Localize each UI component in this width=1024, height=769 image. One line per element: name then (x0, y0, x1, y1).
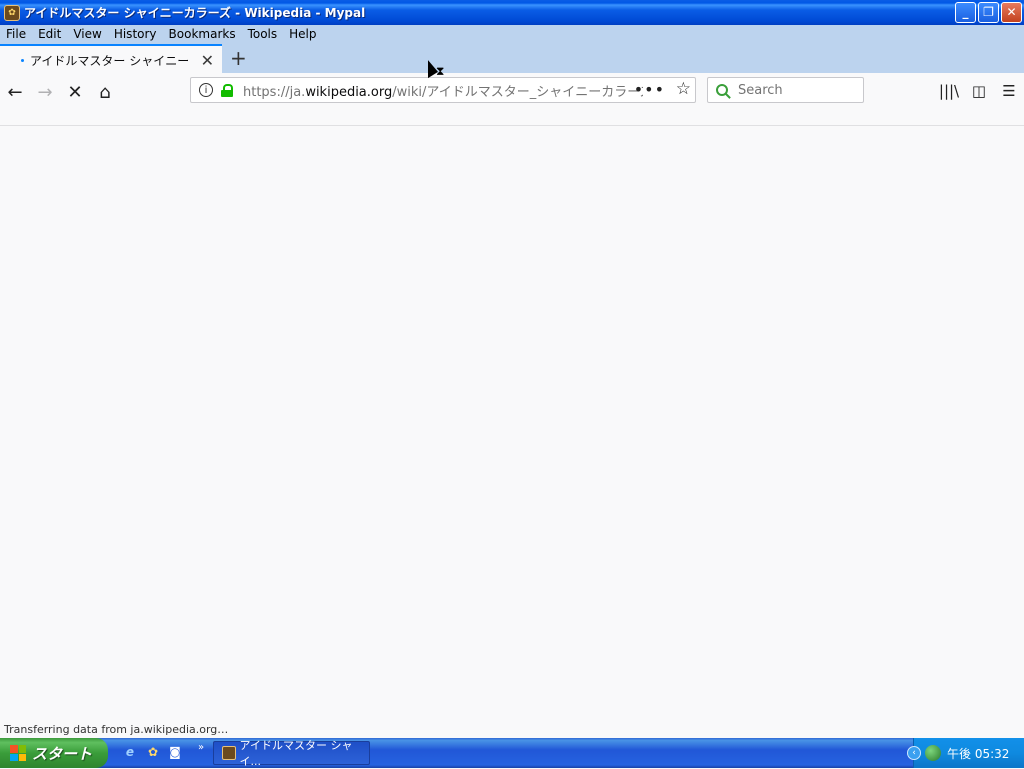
tab-title: アイドルマスター シャイニーカラーズ (30, 53, 188, 68)
search-bar[interactable]: Search (707, 77, 864, 103)
system-tray: ‹ 午後 05:32 (907, 738, 1024, 768)
address-bar[interactable]: i https://ja.wikipedia.org/wiki/アイドルマスター… (190, 77, 696, 103)
tab-active[interactable]: アイドルマスター シャイニーカラーズ ✕ (0, 44, 222, 74)
home-button[interactable]: ⌂ (91, 79, 119, 107)
menu-bar: File Edit View History Bookmarks Tools H… (0, 25, 323, 42)
network-globe-icon[interactable] (925, 745, 941, 761)
tab-loading-indicator (21, 58, 24, 62)
new-tab-button[interactable]: + (230, 47, 247, 69)
window-title-bar[interactable]: ✿ アイドルマスター シャイニーカラーズ - Wikipedia - Mypal… (0, 0, 1024, 25)
mypal-task-icon (222, 746, 236, 760)
menu-help[interactable]: Help (283, 27, 322, 41)
library-icon[interactable]: |||\ (937, 79, 961, 103)
page-content[interactable] (0, 126, 1024, 738)
minimize-button[interactable]: _ (955, 2, 976, 23)
internet-explorer-icon[interactable]: e (122, 744, 138, 760)
search-placeholder: Search (738, 82, 783, 98)
bookmark-star-icon[interactable]: ☆ (676, 79, 691, 99)
status-text: Transferring data from ja.wikipedia.org… (0, 722, 281, 738)
close-tab-icon[interactable]: ✕ (201, 51, 214, 70)
menu-bookmarks[interactable]: Bookmarks (163, 27, 242, 41)
lock-icon[interactable] (221, 84, 233, 97)
start-label: スタート (32, 744, 93, 763)
stop-button[interactable]: ✕ (61, 79, 89, 107)
close-window-button[interactable]: ✕ (1001, 2, 1022, 23)
menu-edit[interactable]: Edit (32, 27, 67, 41)
search-icon[interactable] (716, 84, 728, 96)
quick-launch-overflow-icon[interactable]: » (193, 740, 209, 756)
mypal-app-icon[interactable]: ✿ (4, 4, 20, 21)
media-icon[interactable]: ◙ (167, 744, 183, 760)
site-info-icon[interactable]: i (199, 83, 213, 97)
back-button[interactable]: ← (1, 79, 29, 107)
url-text[interactable]: https://ja.wikipedia.org/wiki/アイドルマスター_シ… (243, 81, 643, 100)
forward-button[interactable]: → (31, 79, 59, 107)
taskbar-window-label: アイドルマスター シャイ... (239, 739, 353, 768)
sidebar-icon[interactable]: ◫ (967, 79, 991, 103)
page-actions-icon[interactable]: ••• (634, 80, 665, 99)
window-title: アイドルマスター シャイニーカラーズ - Wikipedia - Mypal (24, 6, 366, 20)
menu-view[interactable]: View (67, 27, 107, 41)
menu-file[interactable]: File (0, 27, 32, 41)
navigation-toolbar: ← → ✕ ⌂ i https://ja.wikipedia.org/wiki/… (0, 73, 1024, 126)
mypal-icon[interactable]: ✿ (145, 744, 161, 760)
menu-history[interactable]: History (108, 27, 163, 41)
restore-button[interactable]: ❐ (978, 2, 999, 23)
clock[interactable]: 午後 05:32 (947, 745, 1009, 762)
start-button[interactable]: スタート (0, 738, 108, 768)
taskbar-window-button[interactable]: アイドルマスター シャイ... (213, 739, 370, 768)
tray-expand-icon[interactable]: ‹ (907, 746, 921, 760)
menu-tools[interactable]: Tools (242, 27, 284, 41)
taskbar: スタート e ✿ ◙ » アイドルマスター シャイ... ‹ 午後 05:32 (0, 738, 1024, 768)
hamburger-menu-icon[interactable]: ☰ (997, 79, 1021, 103)
windows-flag-icon (10, 745, 26, 761)
